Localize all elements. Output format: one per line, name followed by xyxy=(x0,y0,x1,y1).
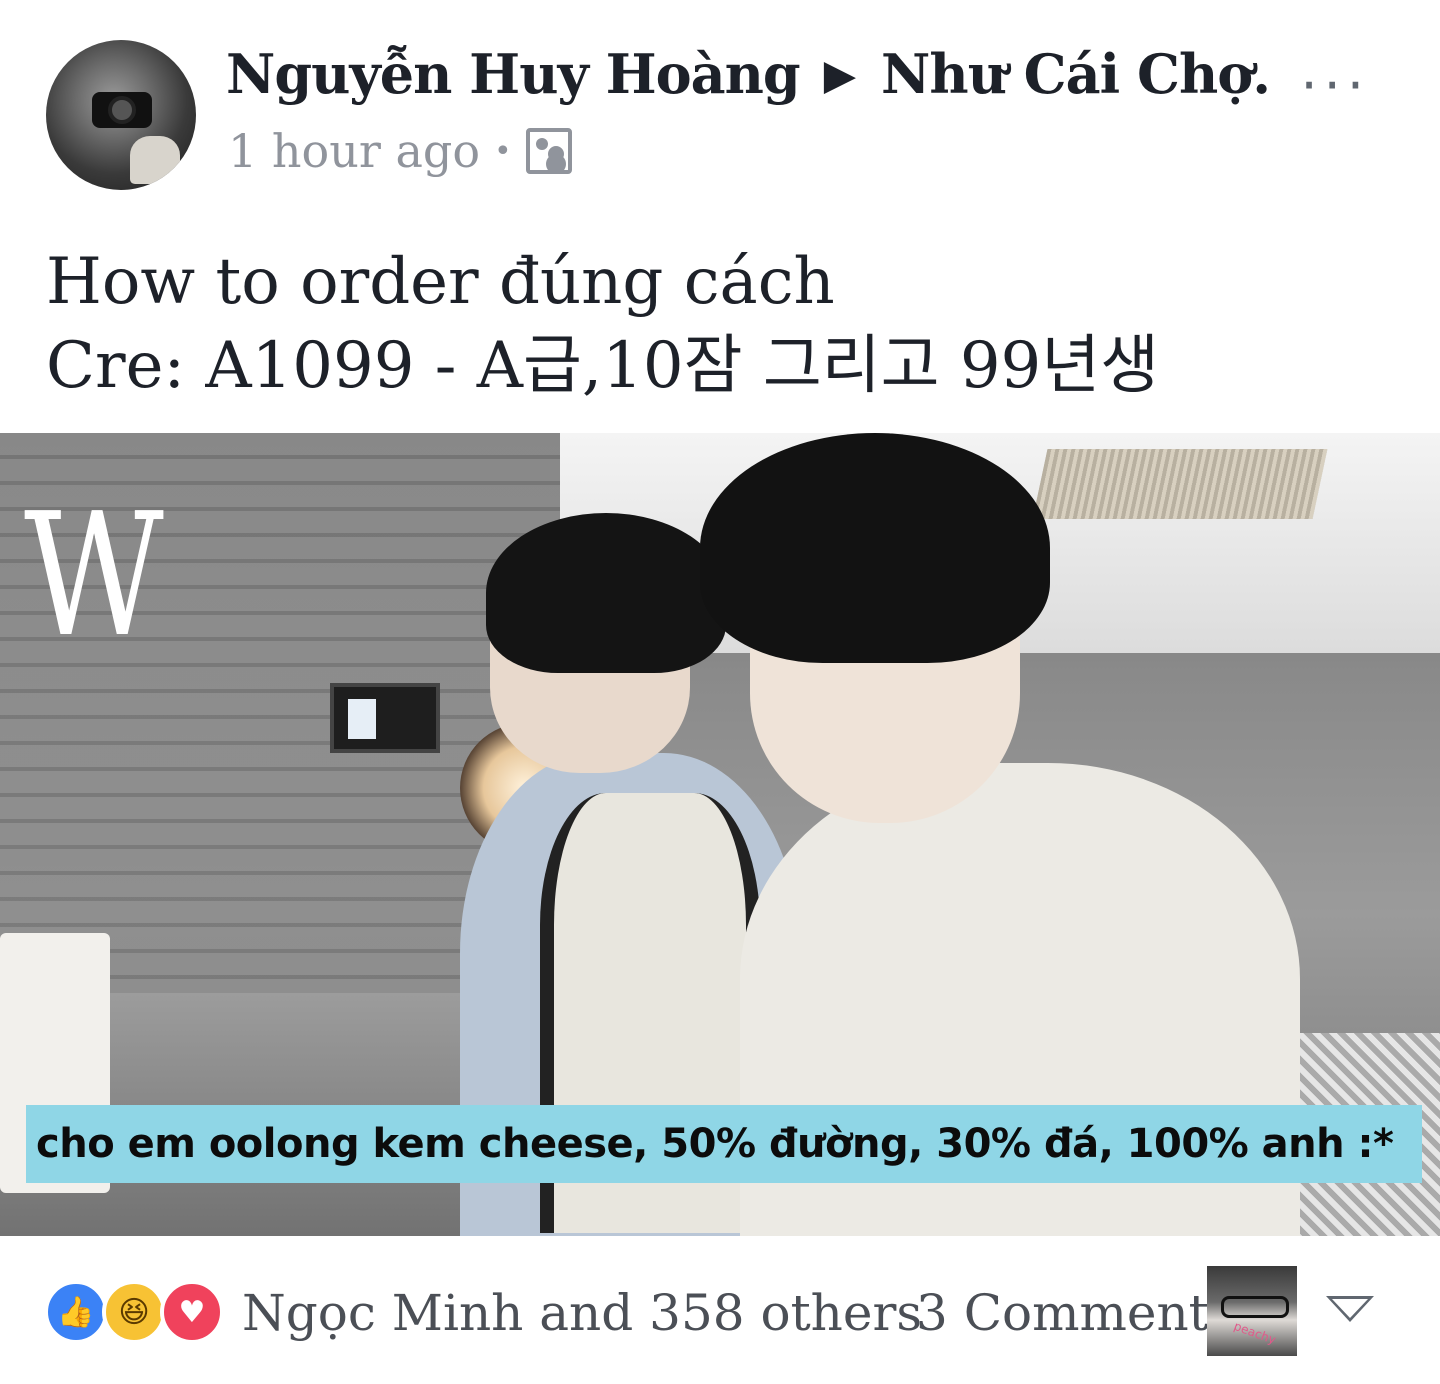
post-message: How to order đúng cách Cre: A1099 - A급,1… xyxy=(46,240,1159,408)
post-header: Nguyễn Huy Hoàng ▶ Như Cái Chợ. 1 hour a… xyxy=(0,0,1440,220)
photo-person-left-hair xyxy=(486,513,726,673)
like-reaction-icon[interactable]: 👍 xyxy=(44,1280,108,1344)
post-message-line: How to order đúng cách xyxy=(46,245,835,319)
reactions-summary[interactable]: Ngọc Minh and 358 others xyxy=(242,1284,922,1342)
post-timestamp[interactable]: 1 hour ago xyxy=(228,124,480,178)
post-footer: 👍 😆 ♥ Ngọc Minh and 358 others 3 Comment… xyxy=(0,1236,1440,1384)
commenter-avatar[interactable]: peachy xyxy=(1207,1266,1297,1356)
photo-caption: cho em oolong kem cheese, 50% đường, 30%… xyxy=(26,1105,1422,1183)
more-options-icon[interactable]: ··· xyxy=(1301,54,1371,117)
post-meta: 1 hour ago • xyxy=(228,124,572,178)
avatar-lens-shape xyxy=(108,96,136,124)
photo-vent xyxy=(1032,449,1328,519)
commenter-avatar-text: peachy xyxy=(1231,1318,1278,1348)
haha-reaction-icon[interactable]: 😆 xyxy=(102,1280,166,1344)
chevron-down-icon[interactable] xyxy=(1326,1296,1374,1322)
reaction-icons[interactable]: 👍 😆 ♥ xyxy=(44,1280,224,1344)
photo-audience-icon[interactable] xyxy=(525,128,572,174)
post-photo[interactable]: W cho em oolong kem cheese, 50% đường, 3… xyxy=(0,433,1440,1236)
comments-count[interactable]: 3 Comments xyxy=(916,1284,1234,1342)
avatar-hand-shape xyxy=(130,136,180,184)
meta-separator: • xyxy=(494,133,512,169)
group-name[interactable]: Như Cái Chợ. xyxy=(881,42,1271,106)
love-reaction-icon[interactable]: ♥ xyxy=(160,1280,224,1344)
author-avatar[interactable] xyxy=(46,40,196,190)
post-message-line: Cre: A1099 - A급,10잠 그리고 99년생 xyxy=(46,329,1160,403)
photo-window xyxy=(330,683,440,753)
group-arrow-icon: ▶ xyxy=(823,49,856,99)
photo-person-right-hair xyxy=(700,433,1050,663)
watermark-logo: W xyxy=(24,477,164,675)
post-title-line: Nguyễn Huy Hoàng ▶ Như Cái Chợ. xyxy=(226,42,1271,106)
author-name[interactable]: Nguyễn Huy Hoàng xyxy=(226,42,801,106)
